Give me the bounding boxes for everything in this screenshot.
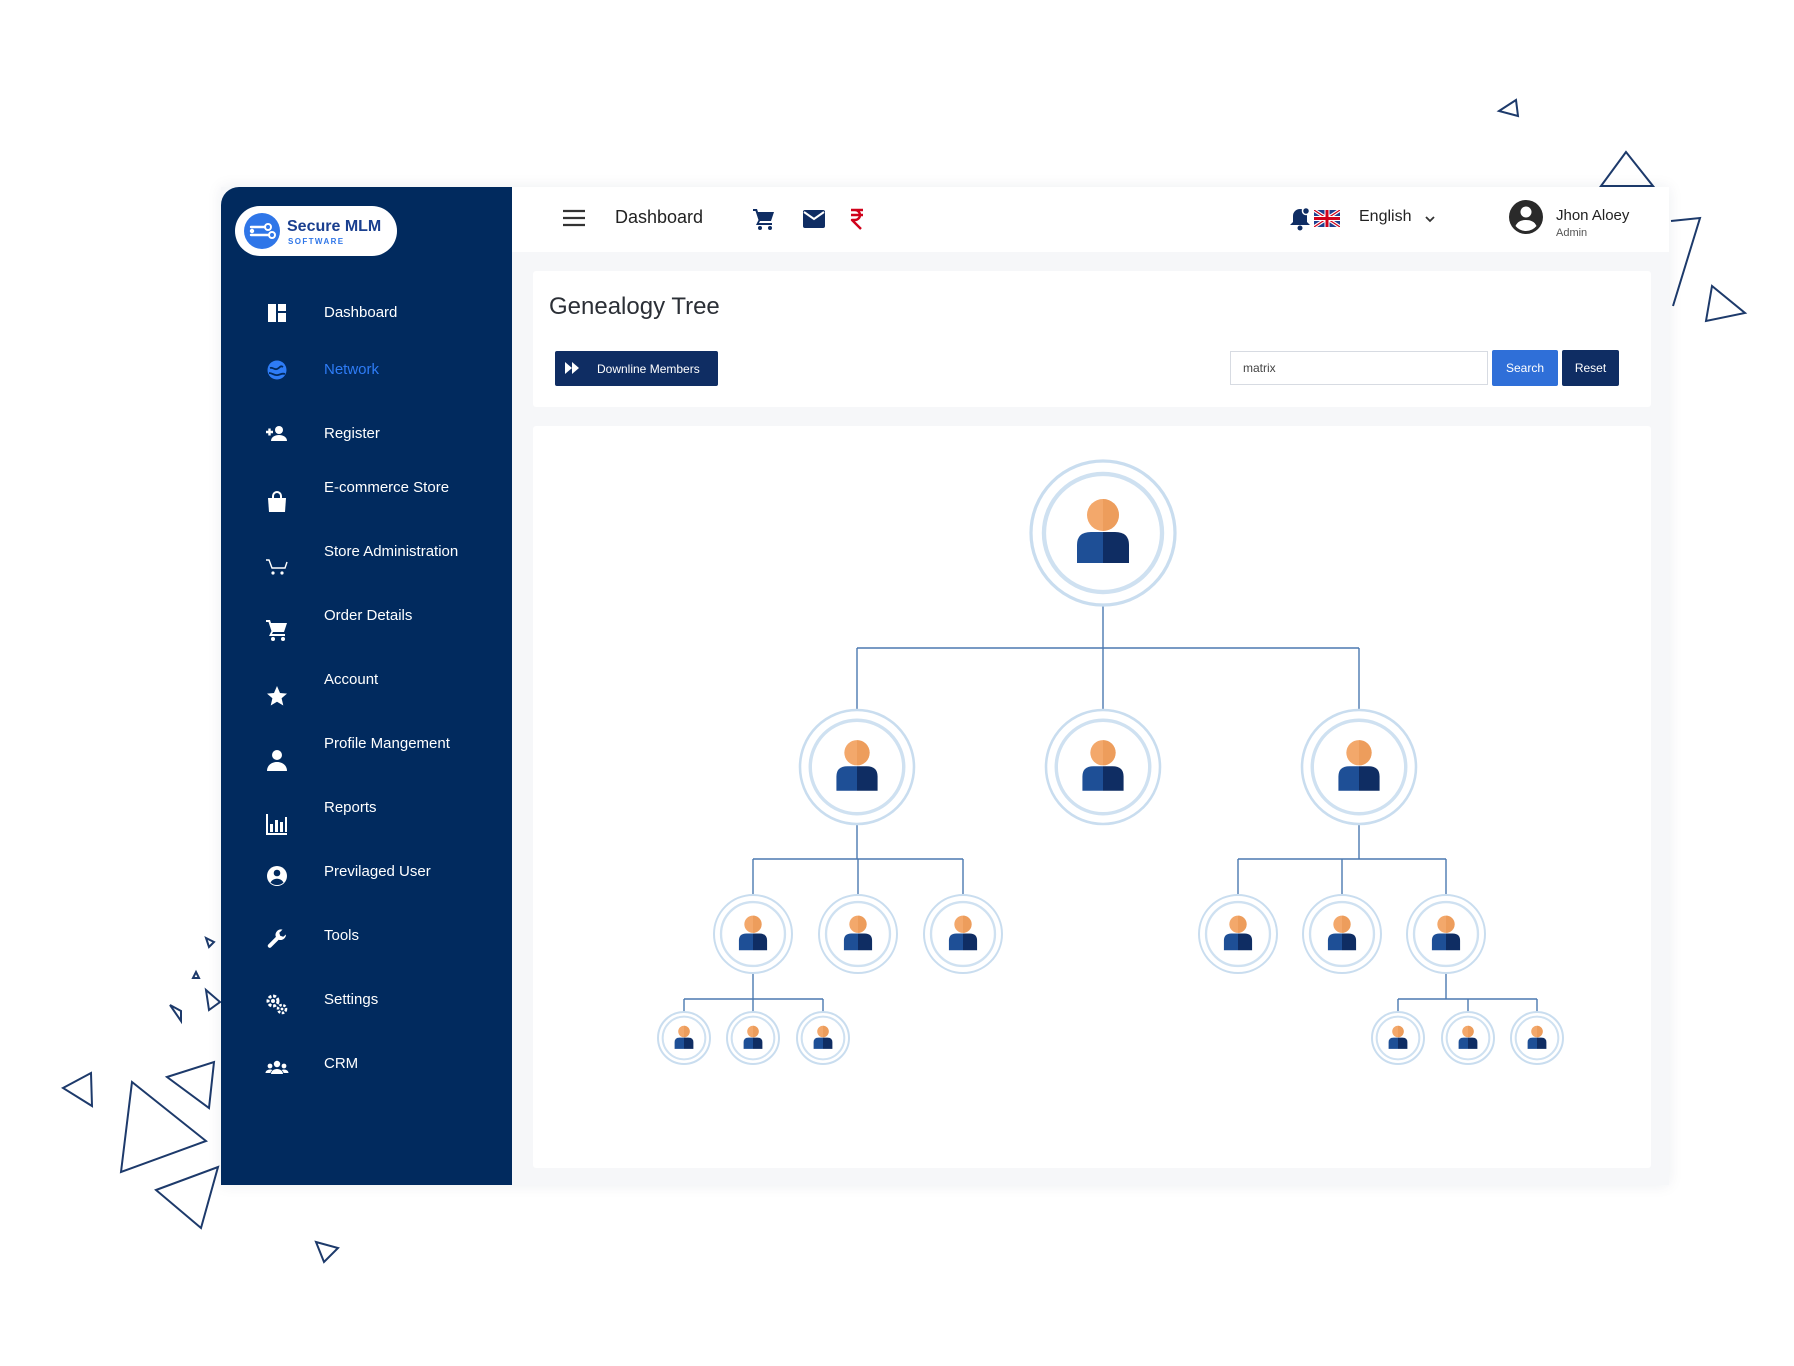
network-globe-icon	[264, 357, 290, 383]
sidebar-item-account[interactable]: Account	[221, 665, 512, 717]
sidebar-item-crm[interactable]: CRM	[221, 1049, 512, 1101]
language-selector[interactable]: English	[1359, 208, 1411, 226]
sidebar-item-label: Network	[324, 361, 380, 378]
brand-name: Secure MLM	[287, 218, 382, 235]
tree-member-node[interactable]	[1371, 1011, 1425, 1065]
sidebar-item-label: Settings	[324, 991, 379, 1008]
group-icon	[264, 1055, 290, 1081]
sidebar-item-label: CRM	[324, 1055, 359, 1072]
reset-button[interactable]: Reset	[1562, 350, 1619, 386]
tree-member-node[interactable]	[1302, 894, 1382, 974]
sidebar: Secure MLM SOFTWARE Dashboard Network Re…	[221, 187, 512, 1185]
genealogy-tree	[657, 459, 1564, 1065]
brand-logo-mark-icon	[244, 213, 280, 249]
tree-member-node[interactable]	[1044, 708, 1162, 826]
sidebar-item-dashboard[interactable]: Dashboard	[221, 287, 512, 339]
sidebar-item-label: Account	[324, 671, 379, 688]
tree-nodes	[657, 459, 1564, 1065]
fast-forward-icon	[565, 362, 579, 374]
top-bar: Dashboard English Jhon Aloey Admin	[512, 187, 1669, 252]
menu-icon[interactable]	[562, 208, 586, 233]
user-role: Admin	[1556, 227, 1588, 239]
uk-flag-icon[interactable]	[1313, 208, 1341, 232]
sidebar-item-privileged-user[interactable]: Previlaged User	[221, 857, 512, 909]
sidebar-item-profile-management[interactable]: Profile Mangement	[221, 729, 512, 781]
tree-member-node[interactable]	[1406, 894, 1486, 974]
user-avatar-icon[interactable]	[1508, 199, 1544, 240]
sidebar-item-reports[interactable]: Reports	[221, 793, 512, 845]
sidebar-item-label: Reports	[324, 799, 377, 816]
brand-logo[interactable]: Secure MLM SOFTWARE	[235, 206, 397, 256]
user-icon	[264, 747, 290, 773]
tree-member-node[interactable]	[796, 1011, 850, 1065]
tree-member-node[interactable]	[1300, 708, 1418, 826]
downline-members-button[interactable]: Downline Members	[555, 351, 718, 386]
gears-icon	[264, 991, 290, 1017]
tree-member-node[interactable]	[1198, 894, 1278, 974]
add-user-icon	[264, 421, 290, 447]
app-window: Secure MLM SOFTWARE Dashboard Network Re…	[221, 187, 1669, 1185]
notification-bell-icon[interactable]	[1289, 206, 1311, 236]
sidebar-item-label: Previlaged User	[324, 863, 431, 880]
sidebar-item-settings[interactable]: Settings	[221, 985, 512, 1037]
bar-chart-icon	[264, 811, 290, 837]
dashboard-icon	[264, 300, 290, 326]
sidebar-item-order-details[interactable]: Order Details	[221, 601, 512, 653]
shopping-cart-icon	[264, 617, 290, 643]
wrench-icon	[264, 927, 290, 953]
sidebar-item-network[interactable]: Network	[221, 345, 512, 397]
tree-member-node[interactable]	[798, 708, 916, 826]
tree-member-node[interactable]	[923, 894, 1003, 974]
downline-members-label: Downline Members	[597, 362, 700, 376]
star-icon	[264, 683, 290, 709]
tree-member-node[interactable]	[1441, 1011, 1495, 1065]
genealogy-tree-panel	[533, 426, 1651, 1168]
tree-member-node[interactable]	[726, 1011, 780, 1065]
chevron-down-icon[interactable]	[1424, 211, 1436, 229]
tree-member-node[interactable]	[713, 894, 793, 974]
sidebar-item-label: Profile Mangement	[324, 735, 450, 752]
sidebar-item-label: Store Administration	[324, 543, 459, 560]
tree-member-node[interactable]	[1510, 1011, 1564, 1065]
rupee-icon[interactable]	[849, 207, 865, 236]
page-title: Genealogy Tree	[549, 293, 720, 320]
sidebar-item-label: Register	[324, 425, 380, 442]
sidebar-item-ecommerce-store[interactable]: E-commerce Store	[221, 473, 512, 525]
search-button[interactable]: Search	[1492, 350, 1558, 386]
sidebar-item-store-administration[interactable]: Store Administration	[221, 537, 512, 589]
sidebar-item-label: E-commerce Store	[324, 479, 450, 496]
brand-tagline: SOFTWARE	[288, 237, 345, 246]
genealogy-header-panel: Genealogy Tree Downline Members Search R…	[533, 271, 1651, 407]
cart-outline-icon	[264, 553, 290, 579]
shopping-bag-icon	[264, 489, 290, 515]
cart-icon[interactable]	[752, 207, 776, 236]
sidebar-item-tools[interactable]: Tools	[221, 921, 512, 973]
account-circle-icon	[264, 863, 290, 889]
mail-icon[interactable]	[802, 208, 826, 235]
tree-member-node[interactable]	[1029, 459, 1177, 607]
tree-member-node[interactable]	[818, 894, 898, 974]
tree-member-node[interactable]	[657, 1011, 711, 1065]
sidebar-item-label: Order Details	[324, 607, 413, 624]
topbar-title: Dashboard	[615, 207, 704, 227]
sidebar-item-label: Tools	[324, 927, 360, 944]
sidebar-item-register[interactable]: Register	[221, 409, 512, 461]
search-input[interactable]	[1230, 351, 1488, 385]
user-name[interactable]: Jhon Aloey	[1556, 207, 1629, 224]
sidebar-item-label: Dashboard	[324, 304, 398, 321]
